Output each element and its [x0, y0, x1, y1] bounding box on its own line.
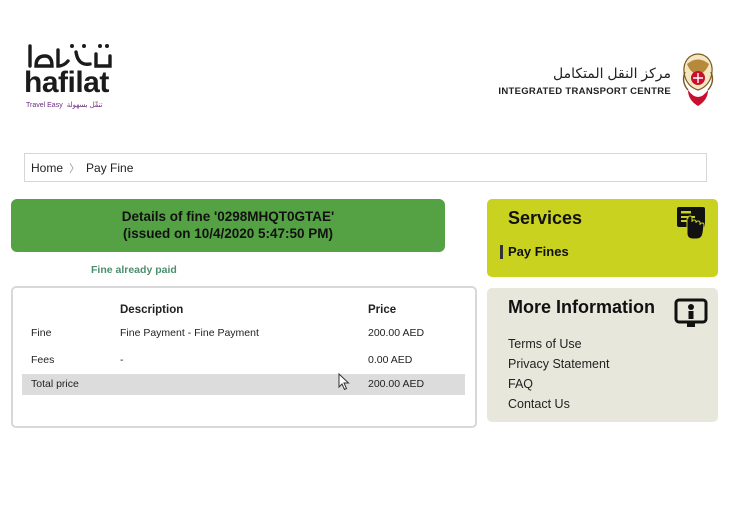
services-panel: Services Pay Fines: [487, 199, 718, 277]
hafilat-logo[interactable]: hafilat Travel Easy تنقّل بسهولة: [24, 40, 124, 112]
services-title: Services: [508, 208, 583, 228]
table-row: Fine Fine Payment - Fine Payment 200.00 …: [22, 323, 465, 344]
row-description: -: [120, 354, 124, 366]
tagline-en: Travel Easy: [26, 102, 63, 109]
table-row: Fees - 0.00 AED: [22, 350, 465, 371]
breadcrumb-home-link[interactable]: Home: [31, 161, 63, 175]
row-description: Fine Payment - Fine Payment: [120, 327, 259, 339]
card-tap-icon: [677, 207, 705, 240]
breadcrumb-current: Pay Fine: [86, 160, 134, 175]
total-row: Total price 200.00 AED: [22, 374, 465, 395]
faq-link[interactable]: FAQ: [508, 374, 609, 394]
tagline-ar: تنقّل بسهولة: [66, 102, 103, 109]
row-label: Fine: [31, 327, 52, 339]
privacy-statement-link[interactable]: Privacy Statement: [508, 354, 609, 374]
fine-details-header: Details of fine '0298MHQT0GTAE' (issued …: [11, 199, 445, 252]
hafilat-wordmark: hafilat: [24, 66, 109, 99]
breadcrumb-separator-icon: 〉: [69, 162, 81, 175]
header-price: Price: [368, 304, 397, 316]
itc-name-english: INTEGRATED TRANSPORT CENTRE: [498, 85, 671, 97]
more-information-title: More Information: [508, 297, 655, 317]
fine-table: Description Price Fine Fine Payment - Fi…: [11, 286, 477, 428]
info-links: Terms of Use Privacy Statement FAQ Conta…: [508, 334, 609, 414]
fine-issued-date: (issued on 10/4/2020 5:47:50 PM): [122, 226, 334, 241]
total-price: 200.00 AED: [368, 378, 425, 390]
pay-fines-link[interactable]: Pay Fines: [500, 245, 569, 259]
breadcrumb: Home 〉 Pay Fine: [24, 153, 707, 182]
info-screen-icon: [674, 298, 708, 327]
fine-status: Fine already paid: [91, 264, 177, 276]
contact-us-link[interactable]: Contact Us: [508, 394, 609, 414]
itc-name: مركز النقل المتكامل INTEGRATED TRANSPORT…: [498, 64, 671, 97]
abu-dhabi-emblem-icon: [682, 53, 714, 106]
terms-of-use-link[interactable]: Terms of Use: [508, 334, 609, 354]
itc-logo[interactable]: مركز النقل المتكامل INTEGRATED TRANSPORT…: [498, 52, 717, 108]
header-description: Description: [120, 304, 184, 316]
fine-title: Details of fine '0298MHQT0GTAE': [121, 209, 335, 224]
mouse-cursor-icon: [338, 373, 350, 391]
total-label: Total price: [31, 378, 79, 390]
row-price: 200.00 AED: [368, 327, 425, 339]
row-price: 0.00 AED: [368, 354, 413, 366]
table-header-row: Description Price: [22, 300, 465, 321]
more-information-panel: More Information Terms of Use Privacy St…: [487, 288, 718, 422]
itc-name-arabic: مركز النقل المتكامل: [552, 64, 671, 81]
hafilat-tagline: Travel Easy تنقّل بسهولة: [26, 101, 102, 109]
row-label: Fees: [31, 354, 55, 366]
